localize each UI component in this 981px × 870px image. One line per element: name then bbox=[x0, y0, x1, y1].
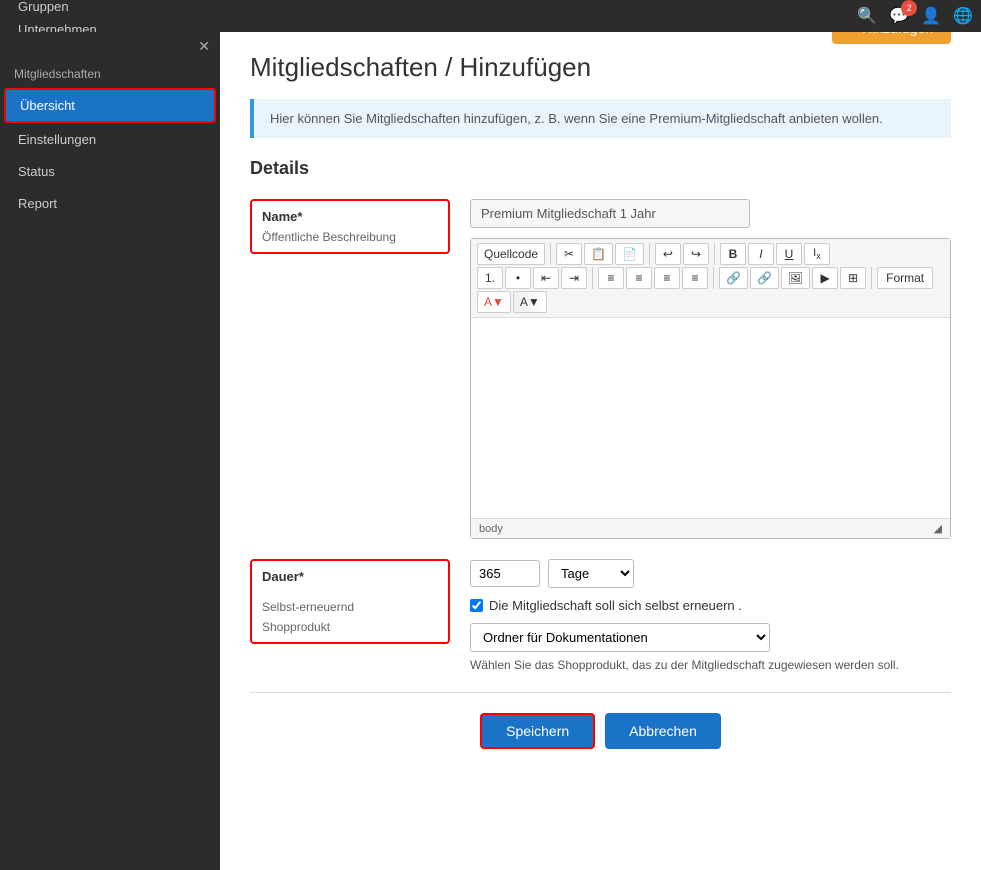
rte-link-button[interactable]: 🔗 bbox=[719, 267, 748, 289]
rte-toolbar-row1: Quellcode ✂ 📋 📄 ↩ ↪ B I U I bbox=[477, 243, 944, 265]
sidebar-item-status[interactable]: Status bbox=[4, 156, 216, 187]
top-nav-icons: 🔍 💬 2 👤 🌐 bbox=[857, 6, 973, 26]
info-box: Hier können Sie Mitgliedschaften hinzufü… bbox=[250, 99, 951, 138]
rte-toolbar: Quellcode ✂ 📋 📄 ↩ ↪ B I U I bbox=[471, 239, 950, 318]
page-title: Mitgliedschaften / Hinzufügen bbox=[250, 52, 951, 83]
rte-align-justify-button[interactable]: ≡ bbox=[682, 267, 708, 289]
rte-sep1 bbox=[550, 243, 551, 265]
save-button[interactable]: Speichern bbox=[480, 713, 595, 749]
duration-sublabel1: Selbst-erneuernd bbox=[262, 600, 438, 614]
rte-sep6 bbox=[871, 267, 872, 289]
duration-label-col: Dauer* Selbst-erneuernd Shopprodukt bbox=[250, 559, 450, 644]
rte-table-button[interactable]: ⊞ bbox=[840, 267, 866, 289]
rte-toolbar-row2: 1. • ⇤ ⇥ ≡ ≡ ≡ ≡ 🔗 🔗 🖼 bbox=[477, 267, 944, 289]
duration-unit-select[interactable]: Tage Wochen Monate Jahre bbox=[548, 559, 634, 588]
name-field-col: Quellcode ✂ 📋 📄 ↩ ↪ B I U I bbox=[470, 199, 951, 539]
details-title: Details bbox=[250, 158, 951, 179]
rte-paste-button[interactable]: 📄 bbox=[615, 243, 644, 265]
rte-unlink-button[interactable]: 🔗 bbox=[750, 267, 779, 289]
self-renewing-label: Die Mitgliedschaft soll sich selbst erne… bbox=[489, 598, 742, 613]
sidebar-items: ÜbersichtEinstellungenStatusReport bbox=[0, 88, 220, 219]
main-content: + Hinzufügen Mitgliedschaften / Hinzufüg… bbox=[220, 32, 981, 870]
sidebar-item-übersicht[interactable]: Übersicht bbox=[4, 88, 216, 123]
sidebar-item-report[interactable]: Report bbox=[4, 188, 216, 219]
shop-hint: Wählen Sie das Shopprodukt, das zu der M… bbox=[470, 658, 951, 672]
rte-undo-button[interactable]: ↩ bbox=[655, 243, 681, 265]
rte-indent-button[interactable]: ⇥ bbox=[561, 267, 587, 289]
rte-clear-format-button[interactable]: Ix bbox=[804, 243, 830, 265]
globe-icon[interactable]: 🌐 bbox=[953, 6, 973, 26]
name-sublabel: Öffentliche Beschreibung bbox=[262, 230, 438, 244]
rte-body-tag: body bbox=[479, 523, 503, 535]
rte-sep5 bbox=[713, 267, 714, 289]
rte-font-color-button[interactable]: A▼ bbox=[477, 291, 511, 313]
sidebar-item-einstellungen[interactable]: Einstellungen bbox=[4, 124, 216, 155]
duration-label: Dauer* bbox=[262, 569, 438, 584]
duration-label-box: Dauer* Selbst-erneuernd Shopprodukt bbox=[250, 559, 450, 644]
rte-video-button[interactable]: ▶ bbox=[812, 267, 838, 289]
rte-toolbar-row3: A▼ A▼ bbox=[477, 291, 944, 313]
sidebar: ✕ Mitgliedschaften ÜbersichtEinstellunge… bbox=[0, 32, 220, 870]
rte-footer: body ◢ bbox=[471, 518, 950, 538]
rte-bold-button[interactable]: B bbox=[720, 243, 746, 265]
rte-align-right-button[interactable]: ≡ bbox=[654, 267, 680, 289]
user-icon[interactable]: 👤 bbox=[921, 6, 941, 26]
rte-content-area[interactable] bbox=[471, 318, 950, 518]
sidebar-close-button[interactable]: ✕ bbox=[0, 32, 220, 61]
rte-align-left-button[interactable]: ≡ bbox=[598, 267, 624, 289]
rte-bg-color-button[interactable]: A▼ bbox=[513, 291, 547, 313]
rte-copy-button[interactable]: 📋 bbox=[584, 243, 613, 265]
messages-badge: 2 bbox=[901, 0, 917, 16]
rte-align-center-button[interactable]: ≡ bbox=[626, 267, 652, 289]
add-button[interactable]: + Hinzufügen bbox=[832, 32, 951, 44]
rte-container: Quellcode ✂ 📋 📄 ↩ ↪ B I U I bbox=[470, 238, 951, 539]
top-navigation: StartPortal ManagerMeine SeiteKontakteGr… bbox=[0, 0, 981, 32]
name-label-box: Name* Öffentliche Beschreibung bbox=[250, 199, 450, 254]
rte-ol-button[interactable]: 1. bbox=[477, 267, 503, 289]
rte-ul-button[interactable]: • bbox=[505, 267, 531, 289]
search-icon[interactable]: 🔍 bbox=[857, 6, 877, 26]
rte-cut-button[interactable]: ✂ bbox=[556, 243, 582, 265]
rte-format-button[interactable]: Format bbox=[877, 267, 933, 289]
self-renewing-row: Die Mitgliedschaft soll sich selbst erne… bbox=[470, 598, 951, 613]
rte-resize-handle[interactable]: ◢ bbox=[934, 522, 942, 535]
duration-field-col: Tage Wochen Monate Jahre Die Mitgliedsch… bbox=[470, 559, 951, 672]
main-layout: ✕ Mitgliedschaften ÜbersichtEinstellunge… bbox=[0, 32, 981, 870]
duration-row: Dauer* Selbst-erneuernd Shopprodukt Tage… bbox=[250, 559, 951, 672]
rte-underline-button[interactable]: U bbox=[776, 243, 802, 265]
duration-input[interactable] bbox=[470, 560, 540, 587]
rte-italic-button[interactable]: I bbox=[748, 243, 774, 265]
rte-sep2 bbox=[649, 243, 650, 265]
name-row: Name* Öffentliche Beschreibung Quellcode… bbox=[250, 199, 951, 539]
rte-source-button[interactable]: Quellcode bbox=[477, 243, 545, 265]
sidebar-section-title: Mitgliedschaften bbox=[0, 61, 220, 87]
self-renewing-checkbox[interactable] bbox=[470, 599, 483, 612]
rte-redo-button[interactable]: ↪ bbox=[683, 243, 709, 265]
rte-image-button[interactable]: 🖼 bbox=[781, 267, 810, 289]
cancel-button[interactable]: Abbrechen bbox=[605, 713, 721, 749]
duration-sublabel2: Shopprodukt bbox=[262, 620, 438, 634]
rte-sep3 bbox=[714, 243, 715, 265]
nav-item-gruppen[interactable]: Gruppen bbox=[8, 0, 121, 18]
rte-sep4 bbox=[592, 267, 593, 289]
rte-outdent-button[interactable]: ⇤ bbox=[533, 267, 559, 289]
name-input[interactable] bbox=[470, 199, 750, 228]
messages-icon[interactable]: 💬 2 bbox=[889, 6, 909, 26]
name-label: Name* bbox=[262, 209, 438, 224]
shop-product-select[interactable]: Ordner für Dokumentationen bbox=[470, 623, 770, 652]
name-label-col: Name* Öffentliche Beschreibung bbox=[250, 199, 450, 254]
form-actions: Speichern Abbrechen bbox=[250, 692, 951, 769]
